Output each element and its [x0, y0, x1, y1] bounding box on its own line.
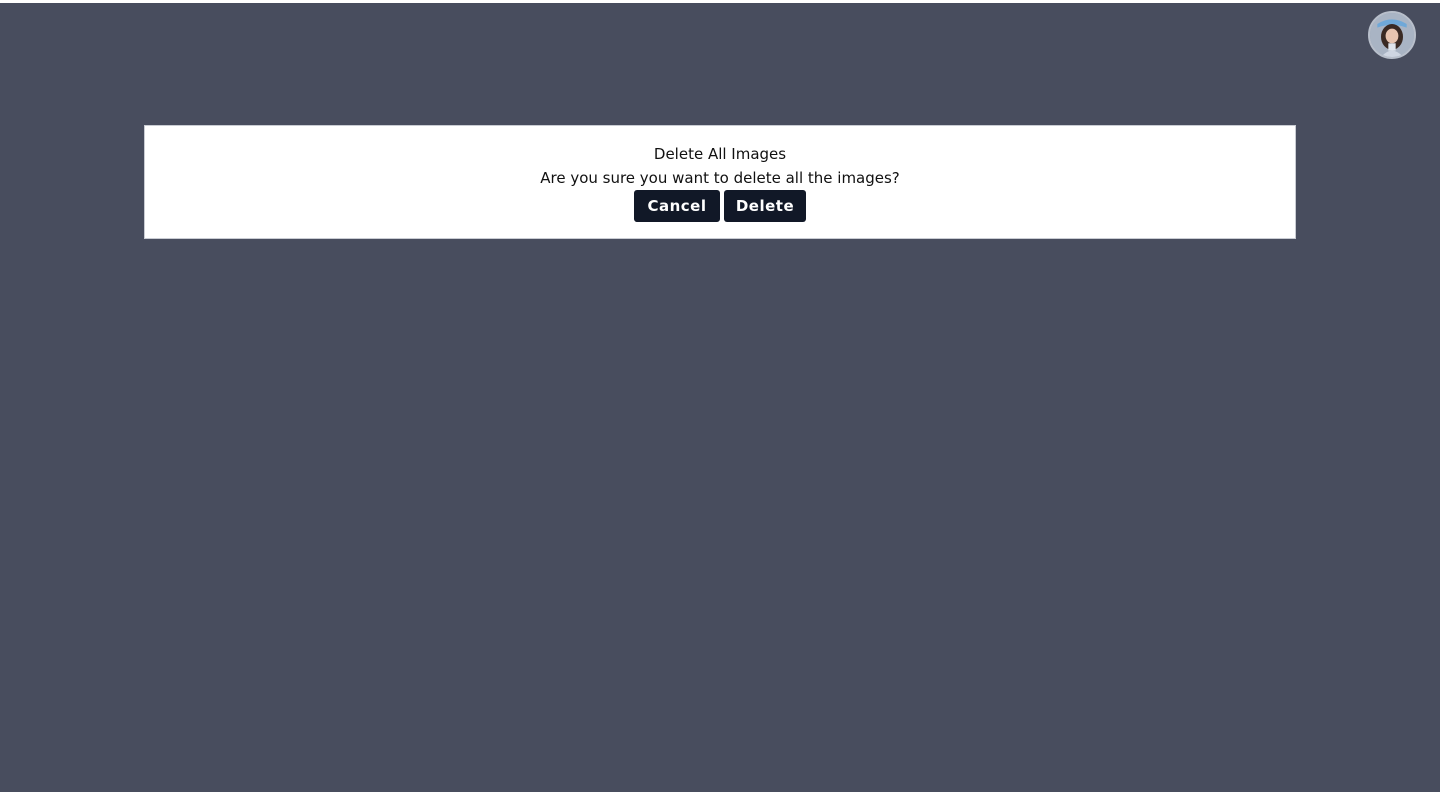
delete-button[interactable]: Delete — [724, 190, 806, 222]
avatar-icon — [1370, 13, 1414, 57]
dialog-message: Are you sure you want to delete all the … — [540, 169, 900, 187]
dialog-title: Delete All Images — [653, 145, 787, 163]
delete-confirmation-dialog: Delete All Images Are you sure you want … — [144, 125, 1296, 239]
user-avatar[interactable] — [1368, 11, 1416, 59]
dialog-button-row: Cancel Delete — [145, 190, 1295, 222]
cancel-button[interactable]: Cancel — [634, 190, 720, 222]
modal-backdrop[interactable] — [0, 3, 1440, 792]
